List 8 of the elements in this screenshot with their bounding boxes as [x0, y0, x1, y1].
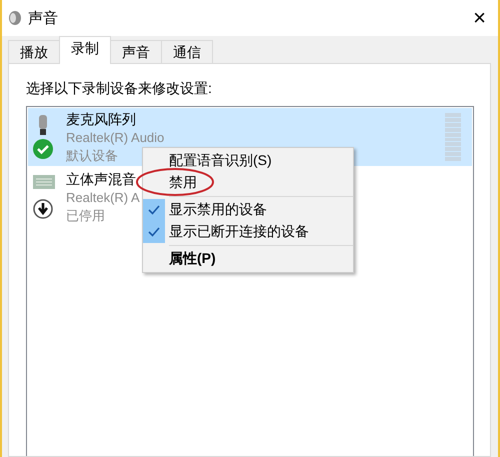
window-title: 声音 — [28, 8, 59, 28]
device-status: 默认设备 — [66, 146, 118, 164]
device-status: 已停用 — [66, 206, 105, 224]
device-name: 麦克风阵列 — [66, 110, 136, 128]
device-name: 立体声混音 — [66, 170, 136, 188]
instruction-text: 选择以下录制设备来修改设置: — [26, 80, 213, 98]
device-driver: Realtek(R) A — [66, 188, 140, 206]
device-driver: Realtek(R) Audio — [66, 128, 164, 146]
